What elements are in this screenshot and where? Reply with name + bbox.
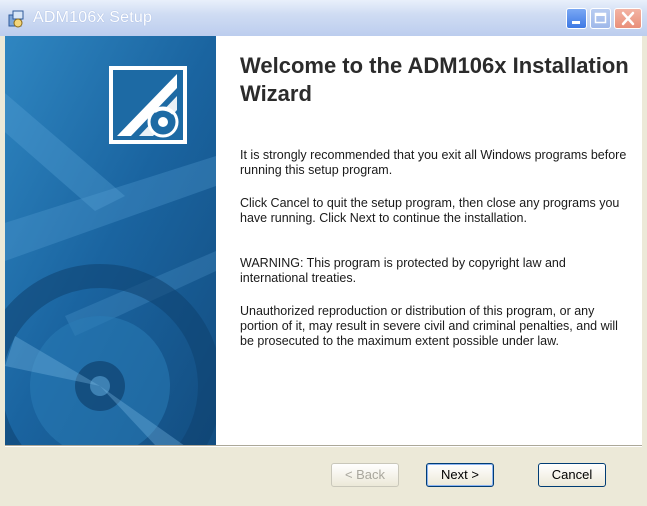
maximize-button[interactable] <box>590 8 611 29</box>
back-button[interactable]: < Back <box>331 463 399 487</box>
wizard-banner <box>5 36 216 445</box>
setup-window: ADM106x Setup Welcome to the ADM106x Ins… <box>0 0 647 506</box>
installer-icon[interactable] <box>7 9 27 29</box>
title-bar[interactable]: ADM106x Setup <box>0 0 647 36</box>
cancel-button[interactable]: Cancel <box>538 463 606 487</box>
wizard-content: Welcome to the ADM106x Installation Wiza… <box>216 36 642 445</box>
minimize-button[interactable] <box>566 8 587 29</box>
minimize-icon <box>572 21 580 24</box>
close-icon <box>621 11 635 26</box>
window-title: ADM106x Setup <box>33 9 153 26</box>
legal-paragraph: Unauthorized reproduction or distributio… <box>240 304 618 348</box>
warning-paragraph: WARNING: This program is protected by co… <box>240 256 566 285</box>
button-separator <box>5 445 642 447</box>
close-button[interactable] <box>614 8 642 29</box>
instruction-paragraph-2: Click Cancel to quit the setup program, … <box>240 196 620 225</box>
instruction-paragraph-1: It is strongly recommended that you exit… <box>240 148 627 177</box>
welcome-heading: Welcome to the ADM106x Installation Wiza… <box>240 53 629 106</box>
next-button[interactable]: Next > <box>426 463 494 487</box>
maximize-icon <box>594 12 607 24</box>
setup-logo-icon <box>109 66 187 144</box>
dialog-client-area: Welcome to the ADM106x Installation Wiza… <box>5 36 642 501</box>
